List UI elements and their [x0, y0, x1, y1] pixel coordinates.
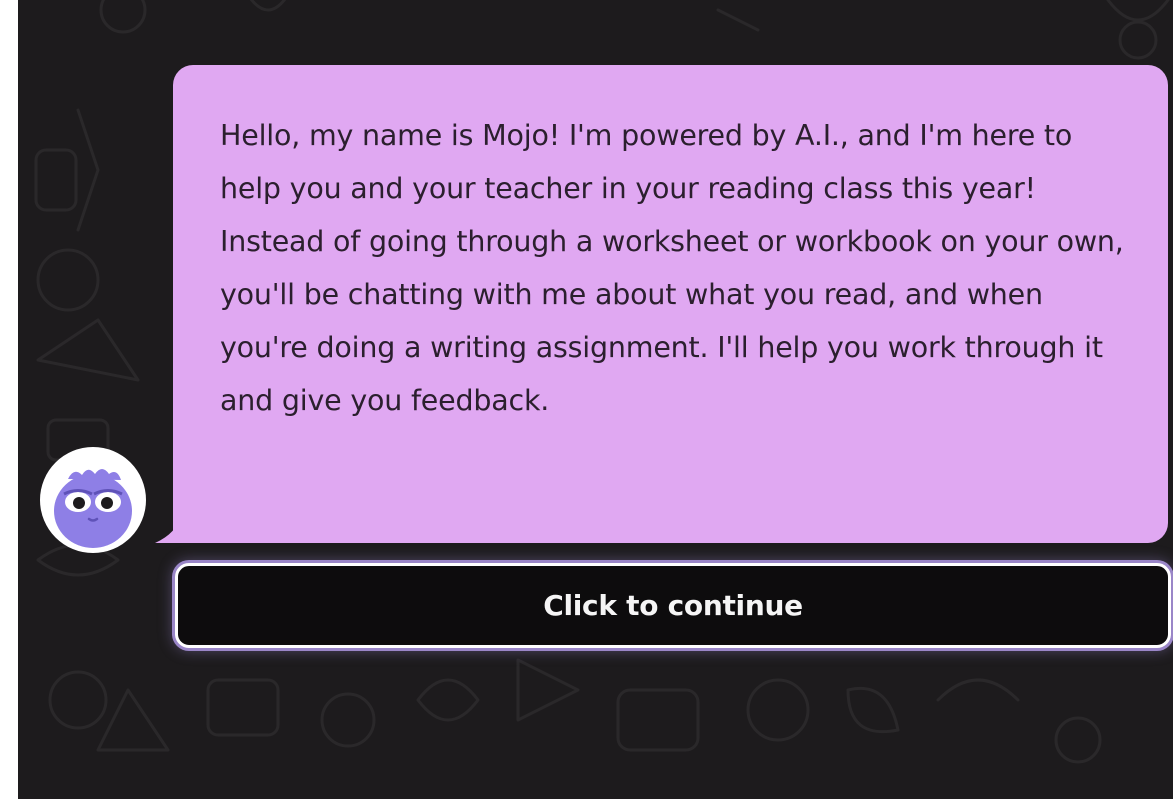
message-bubble: Hello, my name is Mojo! I'm powered by A…	[173, 65, 1168, 543]
continue-button-label: Click to continue	[543, 589, 803, 622]
continue-button[interactable]: Click to continue	[175, 563, 1171, 648]
message-text: Hello, my name is Mojo! I'm powered by A…	[220, 119, 1124, 417]
mojo-avatar-icon	[40, 447, 146, 553]
chat-screen: Hello, my name is Mojo! I'm powered by A…	[18, 0, 1173, 799]
